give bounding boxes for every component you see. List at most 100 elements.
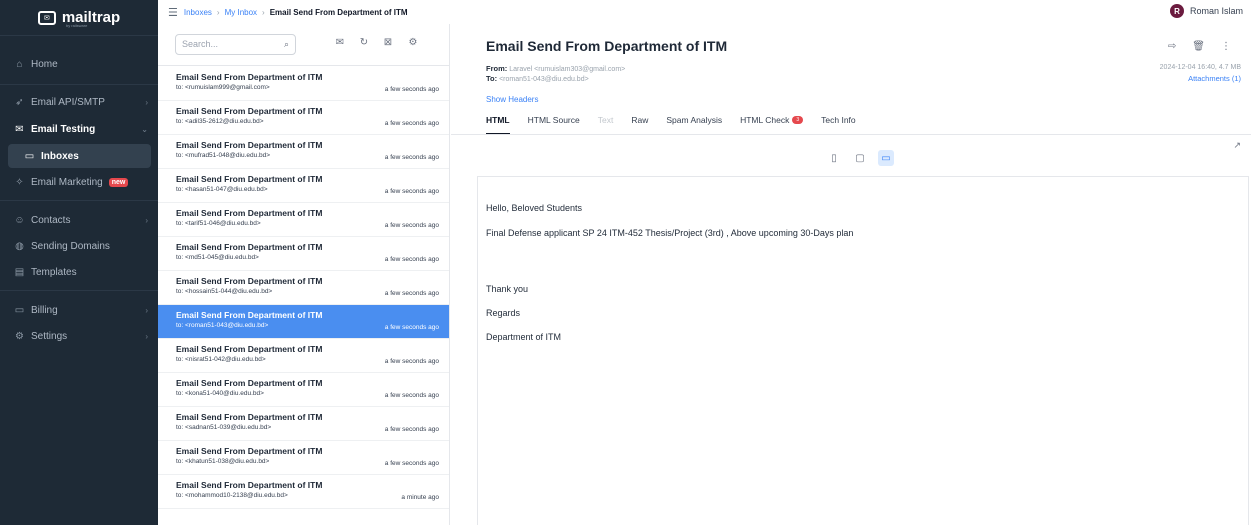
- message-list: Search... ⌕ ✉ ↻ ⊠ ⚙ Email Send From Depa…: [158, 24, 450, 525]
- avatar: R: [1169, 4, 1184, 18]
- logo-subtext: by railsware: [66, 23, 88, 28]
- chevron-right-icon: ›: [145, 305, 148, 315]
- message-title: Email Send From Department of ITM: [486, 38, 728, 54]
- attachments-link[interactable]: Attachments (1): [1160, 74, 1241, 83]
- sidebar-item-inboxes[interactable]: ▭ Inboxes: [8, 144, 151, 168]
- sidebar-item-email-testing[interactable]: ✉ Email Testing ⌄: [0, 117, 158, 141]
- body-greeting: Hello, Beloved Students: [486, 203, 583, 213]
- from-line: From: Laravel <rumuislam303@gmail.com>: [486, 64, 625, 73]
- message-time: a few seconds ago: [384, 154, 439, 161]
- sidebar-item-label: Templates: [31, 266, 77, 278]
- list-item[interactable]: Email Send From Department of ITM to: <mu…: [158, 135, 449, 169]
- list-item[interactable]: Email Send From Department of ITM to: <ha…: [158, 169, 449, 203]
- menu-toggle-icon[interactable]: ☰: [168, 6, 178, 19]
- list-item[interactable]: Email Send From Department of ITM to: <kh…: [158, 441, 449, 475]
- billing-icon: ▭: [14, 304, 25, 316]
- message-time: a minute ago: [401, 494, 439, 501]
- sidebar-item-label: Inboxes: [41, 150, 79, 162]
- list-item[interactable]: Email Send From Department of ITM to: <ni…: [158, 339, 449, 373]
- mailtrap-logo-icon: ✉: [37, 10, 56, 25]
- body-thanks: Thank you: [486, 284, 529, 294]
- list-item[interactable]: Email Send From Department of ITM to: <ru…: [158, 67, 449, 101]
- message-time: a few seconds ago: [384, 120, 439, 127]
- tab-tech-info[interactable]: Tech Info: [821, 115, 856, 135]
- sidebar-item-settings[interactable]: ⚙ Settings ›: [0, 324, 158, 348]
- body-signature: Department of ITM: [486, 332, 562, 342]
- sidebar-divider: [0, 290, 158, 291]
- sidebar-item-label: Email Testing: [31, 123, 96, 135]
- html-check-count-badge: 3: [792, 116, 804, 124]
- clear-inbox-icon[interactable]: ⊠: [381, 37, 395, 48]
- mark-read-icon[interactable]: ✉: [333, 37, 347, 48]
- sidebar-item-billing[interactable]: ▭ Billing ›: [0, 298, 158, 322]
- more-menu-icon[interactable]: ⋮: [1221, 41, 1231, 52]
- list-item[interactable]: Email Send From Department of ITM to: <mo…: [158, 475, 449, 509]
- mobile-view-icon[interactable]: ▯: [826, 150, 842, 166]
- desktop-view-icon[interactable]: ▭: [878, 150, 894, 166]
- sidebar-item-label: Email Marketing: [31, 176, 103, 188]
- breadcrumb-separator: ›: [216, 7, 220, 17]
- forward-icon[interactable]: ⇨: [1168, 41, 1176, 52]
- message-subject: Email Send From Department of ITM: [176, 208, 323, 218]
- list-item[interactable]: Email Send From Department of ITM to: <ho…: [158, 271, 449, 305]
- list-item[interactable]: Email Send From Department of ITM to: <sa…: [158, 407, 449, 441]
- search-input[interactable]: Search... ⌕: [175, 34, 296, 55]
- tab-html[interactable]: HTML: [486, 115, 510, 135]
- message-subject: Email Send From Department of ITM: [176, 174, 323, 184]
- message-time: a few seconds ago: [384, 426, 439, 433]
- tab-html-source[interactable]: HTML Source: [528, 115, 580, 135]
- message-time: a few seconds ago: [384, 86, 439, 93]
- sidebar-item-email-api[interactable]: ➶ Email API/SMTP ›: [0, 90, 158, 114]
- message-subject: Email Send From Department of ITM: [176, 446, 323, 456]
- to-label: To:: [486, 74, 498, 83]
- message-subject: Email Send From Department of ITM: [176, 72, 323, 82]
- open-external-icon[interactable]: ↗: [1233, 140, 1241, 151]
- list-item[interactable]: Email Send From Department of ITM to: <ko…: [158, 373, 449, 407]
- body-line: Final Defense applicant SP 24 ITM-452 Th…: [486, 228, 854, 238]
- gear-icon: ⚙: [15, 330, 24, 342]
- list-item[interactable]: Email Send From Department of ITM to: <ad…: [158, 101, 449, 135]
- sidebar-item-label: Home: [31, 58, 58, 70]
- user-menu[interactable]: R Roman Islam: [1169, 4, 1243, 18]
- refresh-icon[interactable]: ↻: [357, 37, 371, 48]
- sidebar-item-email-marketing[interactable]: ✧ Email Marketing new: [0, 170, 158, 194]
- show-headers-link[interactable]: Show Headers: [486, 95, 538, 104]
- tab-raw[interactable]: Raw: [631, 115, 648, 135]
- list-toolbar: Search... ⌕ ✉ ↻ ⊠ ⚙: [158, 24, 449, 66]
- sidebar: ✉ mailtrap by railsware ⌂ Home ➶ Email A…: [0, 0, 158, 525]
- tablet-view-icon[interactable]: ▢: [852, 150, 868, 166]
- mailtrap-logo[interactable]: ✉ mailtrap by railsware: [0, 0, 158, 36]
- message-time: a few seconds ago: [384, 222, 439, 229]
- message-time: a few seconds ago: [384, 324, 439, 331]
- message-time: a few seconds ago: [384, 290, 439, 297]
- sidebar-item-home[interactable]: ⌂ Home: [0, 52, 158, 76]
- trash-icon[interactable]: 🗑: [1192, 41, 1205, 52]
- inbox-settings-icon[interactable]: ⚙: [406, 37, 420, 48]
- tab-html-check-label: HTML Check: [740, 115, 790, 125]
- new-badge: new: [108, 177, 129, 187]
- sidebar-divider: [0, 200, 158, 201]
- search-placeholder: Search...: [182, 39, 219, 49]
- breadcrumb-current: Email Send From Department of ITM: [269, 7, 408, 17]
- sidebar-item-templates[interactable]: ▤ Templates: [0, 260, 158, 284]
- list-item[interactable]: Email Send From Department of ITM to: <ta…: [158, 203, 449, 237]
- template-icon: ▤: [14, 266, 25, 278]
- message-subject: Email Send From Department of ITM: [176, 378, 323, 388]
- list-item[interactable]: Email Send From Department of ITM to: <ro…: [158, 305, 449, 339]
- to-value: <roman51-043@diu.edu.bd>: [499, 76, 589, 83]
- sidebar-item-sending-domains[interactable]: ◍ Sending Domains: [0, 234, 158, 258]
- message-time: a few seconds ago: [384, 392, 439, 399]
- tabs-divider: [451, 134, 1251, 135]
- chevron-right-icon: ›: [145, 97, 148, 107]
- message-subject: Email Send From Department of ITM: [176, 344, 323, 354]
- tab-spam-analysis[interactable]: Spam Analysis: [666, 115, 722, 135]
- breadcrumb-my-inbox[interactable]: My Inbox: [225, 8, 257, 17]
- breadcrumb-separator: ›: [262, 7, 265, 17]
- sidebar-item-contacts[interactable]: ☺ Contacts ›: [0, 208, 158, 232]
- message-meta: 2024-12-04 16:40, 4.7 MB Attachments (1): [1160, 64, 1241, 83]
- sidebar-item-label: Settings: [31, 330, 68, 342]
- sidebar-item-label: Email API/SMTP: [31, 96, 105, 108]
- breadcrumb-inboxes[interactable]: Inboxes: [184, 8, 212, 17]
- list-item[interactable]: Email Send From Department of ITM to: <md…: [158, 237, 449, 271]
- tab-html-check[interactable]: HTML Check 3: [740, 115, 804, 135]
